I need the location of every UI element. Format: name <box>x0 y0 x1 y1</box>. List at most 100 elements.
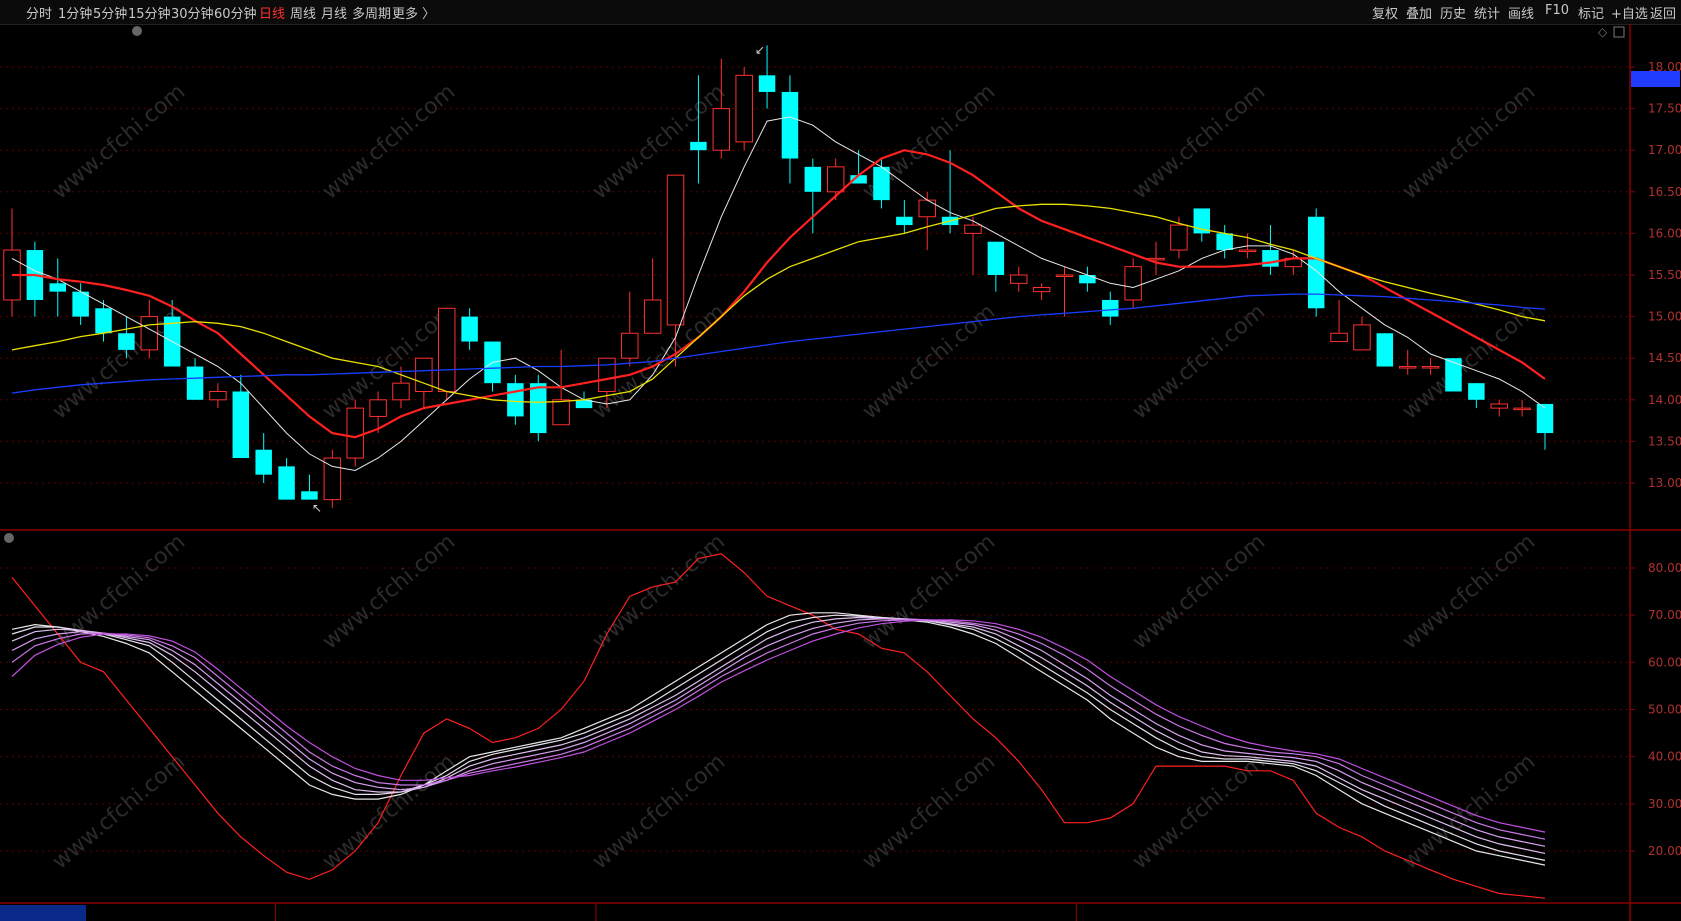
band-line-a3 <box>11 616 1546 854</box>
template-indicator-icon <box>132 26 142 36</box>
candle-body-up <box>1398 366 1417 369</box>
period-tab-1min[interactable]: 1分钟 <box>58 3 92 22</box>
stats-button[interactable]: 统计 <box>1474 3 1500 22</box>
candle-body-down <box>72 291 89 317</box>
band-line-a6 <box>11 619 1546 833</box>
last-price-box <box>1631 71 1680 87</box>
main-y-tick-label: 14.00 <box>1648 393 1681 407</box>
candle-body-down <box>278 466 295 500</box>
watermark-text: www.cfchi.com <box>588 749 730 874</box>
watermark-text: www.cfchi.com <box>1398 79 1540 204</box>
candle-body-up <box>918 199 936 218</box>
main-y-tick-label: 15.00 <box>1648 310 1681 324</box>
indicator-settings-icon <box>4 533 14 543</box>
watermark-text: www.cfchi.com <box>48 79 190 204</box>
period-tab-5min[interactable]: 5分钟 <box>93 3 127 22</box>
candle-body-down <box>301 491 318 500</box>
period-toolbar: 分时 1分钟 5分钟 15分钟 30分钟 60分钟 日线 周线 月线 多周期 更… <box>0 0 1681 25</box>
watermark-text: www.cfchi.com <box>1128 79 1270 204</box>
sub-y-tick-label: 20.00 <box>1648 844 1681 858</box>
candle-body-down <box>461 316 478 342</box>
watermark-text: www.cfchi.com <box>1128 299 1270 424</box>
main-y-tick-label: 16.00 <box>1648 226 1681 240</box>
draw-button[interactable]: 画线 <box>1508 3 1534 22</box>
candle-body-down <box>781 91 799 159</box>
candle-body-down <box>758 75 776 92</box>
candle-body-up <box>621 332 639 359</box>
back-button[interactable]: 返回 <box>1650 3 1676 22</box>
candle-body-up <box>1010 274 1028 284</box>
high-marker: ↙ <box>755 43 765 57</box>
mark-button[interactable]: 标记 <box>1578 3 1604 22</box>
candle-body-down <box>1376 333 1394 367</box>
low-marker: ↖ <box>312 501 322 515</box>
sub-y-tick-label: 30.00 <box>1648 797 1681 811</box>
watermark-text: www.cfchi.com <box>588 79 730 204</box>
watermark-text: www.cfchi.com <box>1128 529 1270 654</box>
main-y-tick-label: 14.50 <box>1648 351 1681 365</box>
watermark-text: www.cfchi.com <box>1128 749 1270 874</box>
candle-body-up <box>1330 332 1348 343</box>
candle-body-up <box>1421 366 1440 369</box>
f10-button[interactable]: F10 <box>1545 3 1569 18</box>
candle-body-up <box>140 316 159 351</box>
watermark-text: www.cfchi.com <box>318 529 460 654</box>
sub-y-tick-label: 70.00 <box>1648 608 1681 622</box>
band-line-aa <box>11 553 1546 899</box>
chart-canvas[interactable]: 13.00 13.50 14.00 14.50 15.00 15.50 16.00 16.50… <box>0 24 1681 921</box>
candle-body-up <box>1490 403 1508 409</box>
period-tab-week[interactable]: 周线 <box>290 3 316 22</box>
candle-body-up <box>1170 224 1188 251</box>
watermark-text: www.cfchi.com <box>858 749 1000 874</box>
candle-body-up <box>209 390 227 401</box>
overlay-button[interactable]: 叠加 <box>1406 3 1432 22</box>
period-tab-multi[interactable]: 多周期 <box>352 3 391 22</box>
candle-body-up <box>964 224 982 234</box>
main-y-tick-label: 16.50 <box>1648 185 1681 199</box>
period-tab-60min[interactable]: 60分钟 <box>214 3 257 22</box>
candle-body-up <box>598 357 616 392</box>
candle-body-down <box>118 333 135 350</box>
watermark-text: www.cfchi.com <box>1398 529 1540 654</box>
period-tab-15min[interactable]: 15分钟 <box>128 3 171 22</box>
candle-body-down <box>95 308 112 334</box>
main-y-tick-label: 13.00 <box>1648 476 1681 490</box>
candle-body-down <box>1079 275 1096 284</box>
sub-y-tick-label: 60.00 <box>1648 655 1681 669</box>
candle-body-up <box>437 307 456 392</box>
candle-body-down <box>1536 403 1554 434</box>
candle-body-down <box>690 141 707 151</box>
candle-body-up <box>1238 249 1257 253</box>
add-watchlist-button[interactable]: +自选 <box>1611 3 1648 22</box>
candle-body-down <box>896 216 913 226</box>
date-readout-box <box>0 905 86 921</box>
watermark-text: www.cfchi.com <box>318 749 460 874</box>
diamond-icon: ◇ <box>1598 25 1608 39</box>
history-button[interactable]: 历史 <box>1440 3 1466 22</box>
sub-y-tick-label: 40.00 <box>1648 750 1681 764</box>
fuquan-button[interactable]: 复权 <box>1372 3 1398 22</box>
watermark-text: www.cfchi.com <box>318 79 460 204</box>
watermark-text: www.cfchi.com <box>858 299 1000 424</box>
candle-body-down <box>1468 383 1485 400</box>
period-tab-30min[interactable]: 30分钟 <box>171 3 214 22</box>
period-tab-fenshi[interactable]: 分时 <box>26 3 52 22</box>
candle-body-up <box>1513 407 1531 411</box>
candle-body-up <box>1124 266 1142 301</box>
candle-body-down <box>873 166 890 201</box>
candle-body-up <box>643 299 662 334</box>
candle-body-down <box>1216 233 1233 251</box>
candle-body-down <box>186 366 204 400</box>
band-line-a2 <box>11 614 1546 861</box>
candle-body-up <box>712 108 731 151</box>
candle-body-up <box>1055 274 1074 277</box>
period-tab-month[interactable]: 月线 <box>321 3 347 22</box>
candle-body-down <box>530 383 547 434</box>
sub-y-tick-label: 50.00 <box>1648 703 1681 717</box>
watermark-text: www.cfchi.com <box>588 529 730 654</box>
ma-line-ma60 <box>11 293 1546 394</box>
candle-body-up <box>415 357 433 392</box>
candle-body-down <box>804 166 822 192</box>
period-tab-day[interactable]: 日线 <box>259 3 285 22</box>
period-tab-more[interactable]: 更多 〉 <box>392 3 435 22</box>
